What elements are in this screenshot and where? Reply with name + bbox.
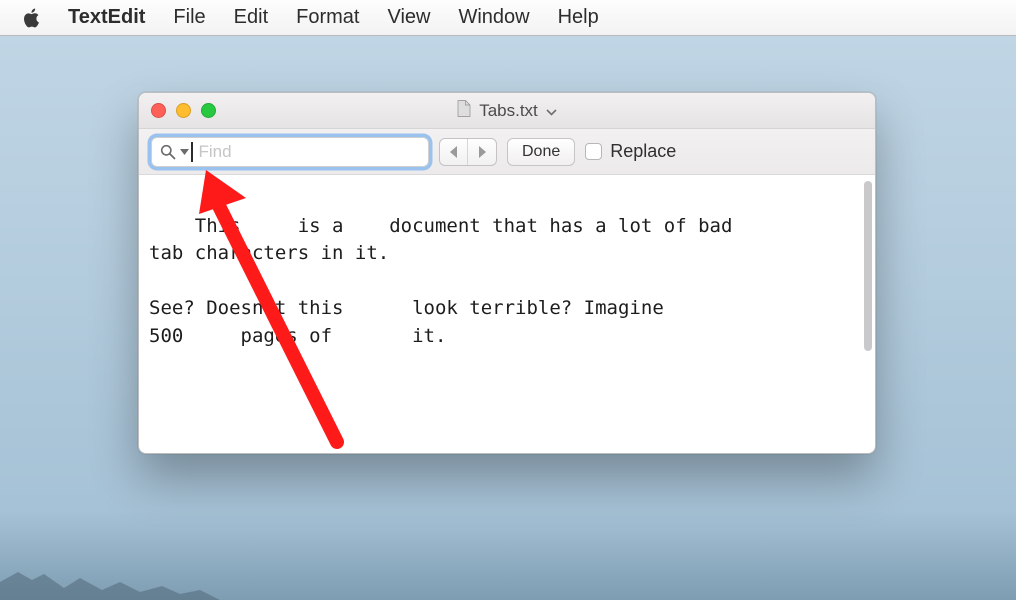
- text-editor[interactable]: This is a document that has a lot of bad…: [139, 175, 875, 453]
- menu-format[interactable]: Format: [296, 6, 359, 29]
- search-icon[interactable]: [160, 144, 176, 160]
- find-input[interactable]: [199, 142, 423, 162]
- menu-window[interactable]: Window: [458, 6, 529, 29]
- title-chevron-icon: [546, 101, 557, 121]
- menu-edit[interactable]: Edit: [234, 6, 268, 29]
- menu-help[interactable]: Help: [558, 6, 599, 29]
- window-zoom-button[interactable]: [201, 103, 216, 118]
- search-options-chevron-icon[interactable]: [180, 149, 189, 155]
- menu-view[interactable]: View: [387, 6, 430, 29]
- replace-label: Replace: [610, 141, 676, 162]
- apple-menu[interactable]: [22, 8, 40, 28]
- app-name-menu[interactable]: TextEdit: [68, 6, 145, 29]
- done-button[interactable]: Done: [507, 138, 575, 166]
- find-next-button[interactable]: [468, 139, 496, 165]
- textedit-window: Tabs.txt Done Rep: [138, 92, 876, 454]
- traffic-lights: [151, 103, 216, 118]
- text-caret: [191, 142, 193, 162]
- document-icon: [457, 100, 471, 122]
- find-bar: Done Replace: [139, 129, 875, 175]
- find-field[interactable]: [151, 137, 429, 167]
- wallpaper-mountains: [0, 560, 220, 600]
- replace-toggle[interactable]: Replace: [585, 141, 676, 162]
- window-title: Tabs.txt: [479, 101, 538, 121]
- replace-checkbox[interactable]: [585, 143, 602, 160]
- window-minimize-button[interactable]: [176, 103, 191, 118]
- find-previous-button[interactable]: [440, 139, 468, 165]
- menu-file[interactable]: File: [173, 6, 205, 29]
- scrollbar-thumb[interactable]: [864, 181, 872, 351]
- title-bar[interactable]: Tabs.txt: [139, 93, 875, 129]
- document-text[interactable]: This is a document that has a lot of bad…: [149, 215, 732, 347]
- find-prev-next: [439, 138, 497, 166]
- menu-bar: TextEdit File Edit Format View Window He…: [0, 0, 1016, 36]
- window-close-button[interactable]: [151, 103, 166, 118]
